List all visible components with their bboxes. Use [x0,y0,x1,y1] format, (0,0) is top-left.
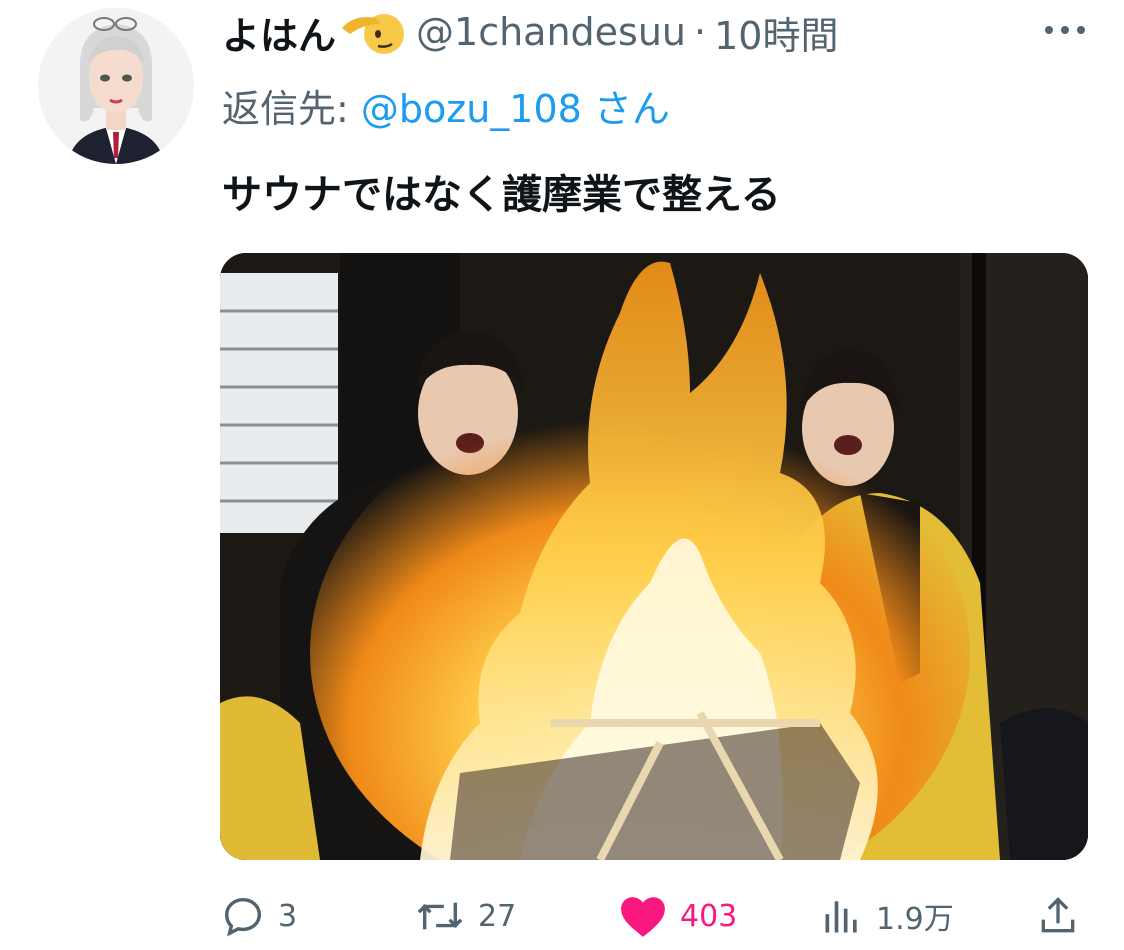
heart-icon [621,897,665,937]
avatar[interactable] [38,8,194,164]
tweet-actions: 3 27 403 1.9万 [0,882,1124,950]
separator-dot: · [694,10,707,54]
views-chart-icon [825,901,857,933]
reply-context: 返信先: @bozu_108 さん [222,78,670,133]
reply-prefix: 返信先: [222,87,361,131]
retweet-icon [417,902,463,930]
retweet-button[interactable]: 27 [414,882,516,950]
retweet-count: 27 [478,898,517,934]
reply-icon [224,897,262,937]
avatar-image [38,8,194,164]
tweet-photo[interactable] [220,253,1088,860]
photo-of-two-monks-beside-fire-icon [220,253,1088,860]
more-options-icon[interactable] [1040,20,1090,40]
reply-count: 3 [278,898,298,934]
timestamp[interactable]: 10時間 [714,5,838,60]
like-count: 403 [680,898,738,934]
reply-to-link[interactable]: @bozu_108 さん [361,87,670,131]
share-icon [1041,897,1075,933]
tweet-header: よはん @1chandesuu · 10時間 [222,4,838,60]
views-button[interactable]: 1.9万 [820,882,954,950]
display-name[interactable]: よはん [222,5,336,60]
saluting-face-emoji-icon [340,8,410,56]
reply-button[interactable]: 3 [220,882,297,950]
view-count: 1.9万 [876,902,954,937]
share-button[interactable] [1036,882,1080,950]
like-button[interactable]: 403 [618,882,737,950]
user-handle[interactable]: @1chandesuu [416,10,686,54]
tweet-text: サウナではなく護摩業で整える [222,172,781,218]
